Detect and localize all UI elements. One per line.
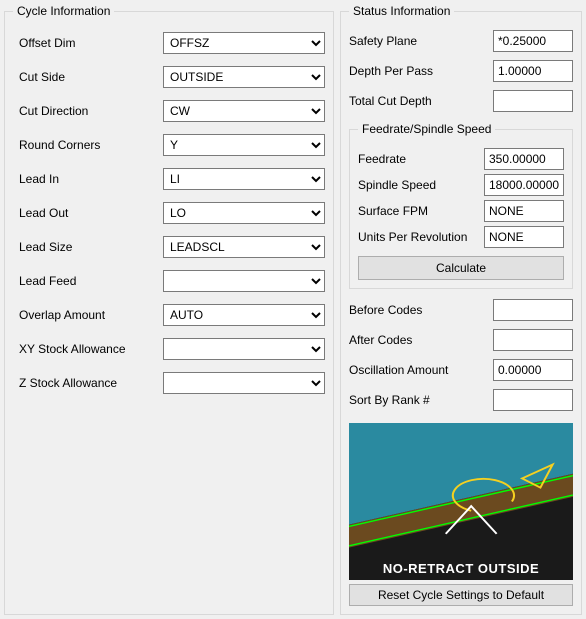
cut-direction-select[interactable]: CW xyxy=(163,100,325,122)
reset-cycle-button[interactable]: Reset Cycle Settings to Default xyxy=(349,584,573,606)
overlap-amount-select[interactable]: AUTO xyxy=(163,304,325,326)
cycle-legend: Cycle Information xyxy=(13,4,114,18)
cut-direction-label: Cut Direction xyxy=(13,104,163,118)
calculate-button[interactable]: Calculate xyxy=(358,256,564,280)
overlap-amount-label: Overlap Amount xyxy=(13,308,163,322)
after-codes-input[interactable] xyxy=(493,329,573,351)
cut-side-label: Cut Side xyxy=(13,70,163,84)
surface-fpm-input[interactable] xyxy=(484,200,564,222)
round-corners-label: Round Corners xyxy=(13,138,163,152)
spindle-speed-input[interactable] xyxy=(484,174,564,196)
lead-feed-select[interactable] xyxy=(163,270,325,292)
before-codes-label: Before Codes xyxy=(349,303,493,317)
status-legend: Status Information xyxy=(349,4,454,18)
feedrate-spindle-group: Feedrate/Spindle Speed Feedrate Spindle … xyxy=(349,122,573,289)
safety-plane-input[interactable] xyxy=(493,30,573,52)
offset-dim-label: Offset Dim xyxy=(13,36,163,50)
depth-per-pass-input[interactable] xyxy=(493,60,573,82)
lead-out-select[interactable]: LO xyxy=(163,202,325,224)
feedrate-legend: Feedrate/Spindle Speed xyxy=(358,122,495,136)
lead-in-label: Lead In xyxy=(13,172,163,186)
depth-per-pass-label: Depth Per Pass xyxy=(349,64,493,78)
status-information-group: Status Information Safety Plane Depth Pe… xyxy=(340,4,582,615)
preview-caption: NO-RETRACT OUTSIDE xyxy=(349,557,573,580)
lead-size-select[interactable]: LEADSCL xyxy=(163,236,325,258)
total-cut-depth-label: Total Cut Depth xyxy=(349,94,493,108)
sort-rank-label: Sort By Rank # xyxy=(349,393,493,407)
feedrate-input[interactable] xyxy=(484,148,564,170)
xy-stock-label: XY Stock Allowance xyxy=(13,342,163,356)
lead-out-label: Lead Out xyxy=(13,206,163,220)
xy-stock-select[interactable] xyxy=(163,338,325,360)
round-corners-select[interactable]: Y xyxy=(163,134,325,156)
total-cut-depth-input[interactable] xyxy=(493,90,573,112)
cycle-preview-image: NO-RETRACT OUTSIDE xyxy=(349,423,573,580)
lead-size-label: Lead Size xyxy=(13,240,163,254)
after-codes-label: After Codes xyxy=(349,333,493,347)
cut-side-select[interactable]: OUTSIDE xyxy=(163,66,325,88)
before-codes-input[interactable] xyxy=(493,299,573,321)
offset-dim-select[interactable]: OFFSZ xyxy=(163,32,325,54)
oscillation-input[interactable] xyxy=(493,359,573,381)
spindle-speed-label: Spindle Speed xyxy=(358,178,484,192)
z-stock-select[interactable] xyxy=(163,372,325,394)
oscillation-label: Oscillation Amount xyxy=(349,363,493,377)
sort-rank-input[interactable] xyxy=(493,389,573,411)
units-per-rev-input[interactable] xyxy=(484,226,564,248)
feedrate-label: Feedrate xyxy=(358,152,484,166)
surface-fpm-label: Surface FPM xyxy=(358,204,484,218)
safety-plane-label: Safety Plane xyxy=(349,34,493,48)
lead-in-select[interactable]: LI xyxy=(163,168,325,190)
cycle-information-group: Cycle Information Offset Dim OFFSZ Cut S… xyxy=(4,4,334,615)
units-per-rev-label: Units Per Revolution xyxy=(358,230,484,244)
lead-feed-label: Lead Feed xyxy=(13,274,163,288)
z-stock-label: Z Stock Allowance xyxy=(13,376,163,390)
